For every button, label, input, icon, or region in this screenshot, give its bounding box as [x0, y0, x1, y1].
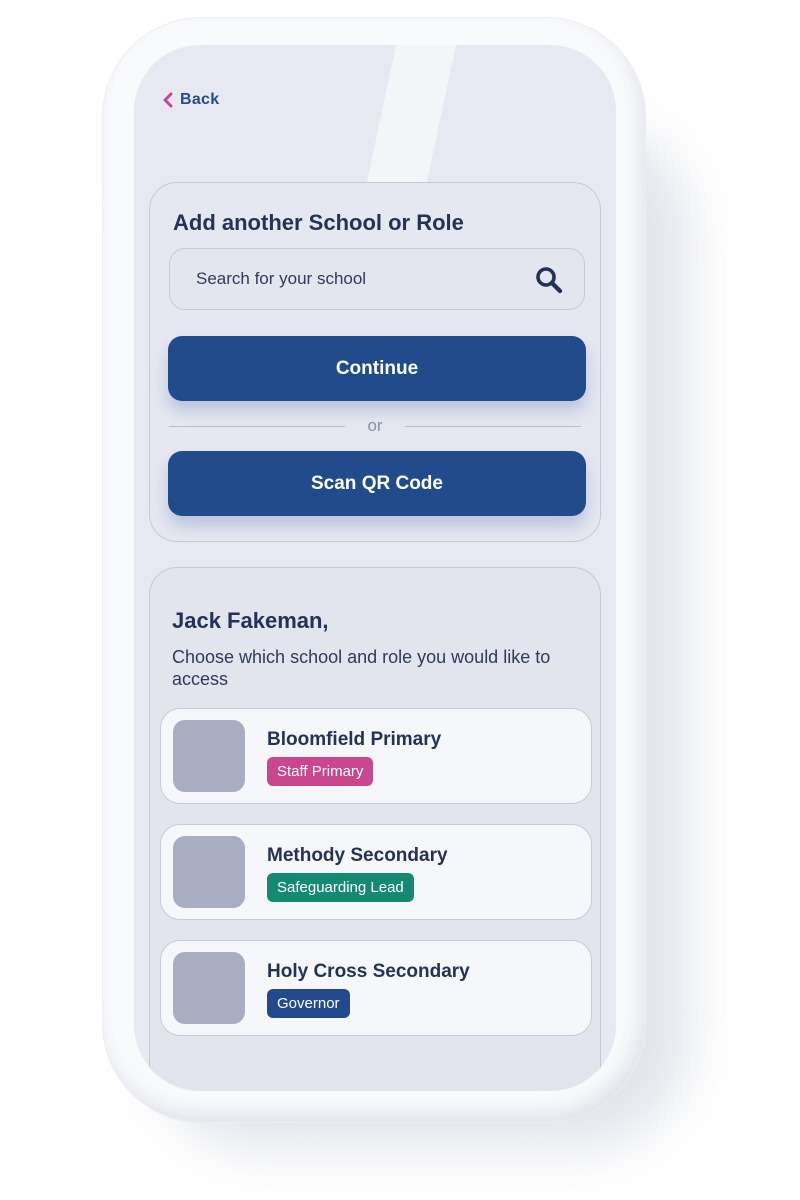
school-name: Holy Cross Secondary: [267, 961, 470, 982]
search-input[interactable]: Search for your school: [169, 248, 585, 310]
role-badge: Governor: [267, 989, 350, 1018]
divider-line: [405, 426, 581, 427]
chevron-left-icon: [163, 92, 173, 108]
school-logo: [173, 720, 245, 792]
school-name: Methody Secondary: [267, 845, 448, 866]
back-label: Back: [180, 91, 220, 108]
continue-button[interactable]: Continue: [168, 336, 586, 401]
search-icon[interactable]: [534, 265, 564, 295]
school-item-bloomfield-primary[interactable]: Bloomfield Primary Staff Primary: [160, 708, 592, 804]
user-greeting: Jack Fakeman,: [172, 608, 329, 633]
add-school-card: Add another School or Role Search for yo…: [149, 182, 601, 542]
instruction-text: Choose which school and role you would l…: [172, 647, 551, 689]
or-divider: or: [169, 416, 581, 436]
back-button[interactable]: Back: [162, 91, 219, 109]
scan-qr-button[interactable]: Scan QR Code: [168, 451, 586, 516]
school-role-card: Jack Fakeman, Choose which school and ro…: [149, 567, 601, 1091]
school-logo: [173, 836, 245, 908]
add-school-title: Add another School or Role: [173, 210, 464, 235]
school-name: Bloomfield Primary: [267, 729, 442, 750]
phone-screen: Back Add another School or Role Search f…: [134, 45, 616, 1091]
school-item-methody-secondary[interactable]: Methody Secondary Safeguarding Lead: [160, 824, 592, 920]
search-placeholder: Search for your school: [196, 269, 367, 288]
school-logo: [173, 952, 245, 1024]
role-badge: Safeguarding Lead: [267, 873, 414, 902]
school-item-holy-cross-secondary[interactable]: Holy Cross Secondary Governor: [160, 940, 592, 1036]
role-badge: Staff Primary: [267, 757, 374, 786]
